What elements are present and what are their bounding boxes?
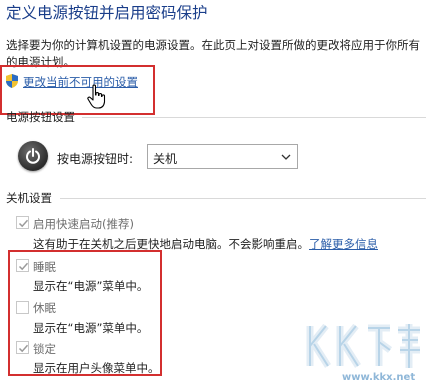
power-button-section-title: 电源按钮设置 — [6, 110, 75, 124]
checkmark-icon — [18, 262, 29, 271]
hand-cursor-icon — [87, 84, 106, 109]
highlight-box-change-settings — [0, 65, 155, 115]
lock-label: 锁定 — [33, 342, 56, 356]
checkmark-icon — [18, 219, 29, 228]
highlight-box-power-menu-options — [8, 250, 162, 376]
section-divider — [60, 198, 426, 199]
hibernate-description: 显示在“电源”菜单中。 — [33, 321, 149, 335]
kk-download-watermark-logo — [306, 323, 420, 368]
sleep-label: 睡眠 — [33, 260, 56, 274]
sleep-description: 显示在“电源”菜单中。 — [33, 279, 149, 293]
uac-shield-icon — [6, 74, 18, 88]
shutdown-section-title: 关机设置 — [6, 191, 52, 205]
sleep-checkbox[interactable] — [16, 259, 29, 272]
chevron-down-icon — [281, 154, 291, 160]
page-title: 定义电源按钮并启用密码保护 — [6, 4, 208, 22]
watermark-url: www.kkx.net — [342, 372, 416, 383]
power-button-label: 按电源按钮时: — [57, 152, 134, 166]
checkmark-icon — [18, 344, 29, 353]
hibernate-checkbox[interactable] — [16, 301, 29, 314]
power-button-action-select[interactable]: 关机 — [147, 144, 298, 169]
fast-startup-label: 启用快速启动(推荐) — [33, 217, 134, 231]
lock-checkbox[interactable] — [16, 341, 29, 354]
learn-more-link[interactable]: 了解更多信息 — [309, 237, 378, 251]
fast-startup-checkbox[interactable] — [16, 216, 29, 229]
power-button-action-value: 关机 — [153, 152, 178, 166]
change-unavailable-settings-link[interactable]: 更改当前不可用的设置 — [23, 74, 138, 90]
section-divider — [82, 117, 426, 118]
hibernate-label: 休眠 — [33, 301, 56, 315]
lock-description: 显示在用户头像菜单中。 — [33, 361, 160, 375]
power-icon — [18, 141, 48, 171]
fast-startup-desc-text: 这有助于在关机之后更快地启动电脑。不会影响重启。 — [33, 237, 309, 251]
